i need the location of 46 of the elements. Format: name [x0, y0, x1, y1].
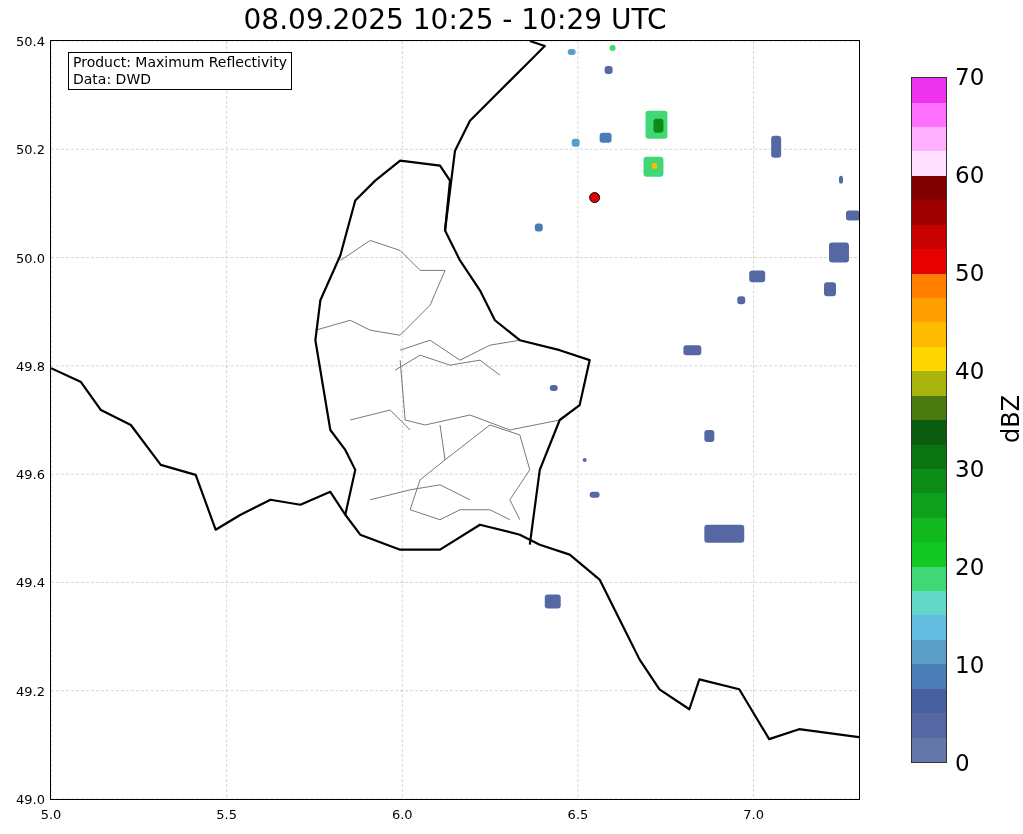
legend-text: Product: Maximum Reflectivity: [73, 54, 287, 71]
radar-echo: [589, 491, 600, 498]
radar-echo: [582, 457, 587, 462]
radar-echo: [829, 242, 849, 263]
y-tick-label: 49.4: [16, 575, 45, 589]
radar-echo: [771, 135, 782, 158]
radar-echo: [683, 345, 702, 356]
y-tick-label: 49.0: [16, 792, 45, 806]
colorbar-tick-label: 50: [955, 261, 985, 285]
colorbar-tick-label: 40: [955, 359, 985, 383]
y-tick-label: 50.4: [16, 34, 45, 48]
y-tick-label: 50.2: [16, 142, 45, 156]
radar-echo: [737, 296, 746, 305]
colorbar-tick-label: 30: [955, 457, 985, 481]
y-tick-label: 49.2: [16, 684, 45, 698]
radar-echo: [704, 429, 715, 442]
colorbar-tick-label: 70: [955, 65, 985, 89]
location-marker: [589, 192, 601, 204]
x-tick-label: 6.0: [391, 808, 413, 821]
radar-echo: [571, 138, 580, 147]
radar-echo: [609, 45, 616, 51]
x-tick-label: 5.5: [216, 808, 237, 821]
radar-echo: [845, 210, 859, 221]
x-tick-label: 5.0: [40, 808, 62, 821]
radar-echo: [534, 223, 543, 232]
radar-echo: [839, 175, 843, 184]
y-tick-label: 49.8: [16, 359, 45, 373]
x-tick-label: 7.0: [743, 808, 764, 821]
colorbar-tick-label: 10: [955, 653, 985, 677]
radar-echo: [544, 594, 561, 609]
figure-title: 08.09.2025 10:25 - 10:29 UTC: [243, 6, 667, 34]
radar-echo: [604, 65, 613, 74]
colorbar-label: dBZ: [999, 394, 1023, 444]
legend-text: Data: DWD: [73, 71, 152, 88]
radar-echo: [599, 132, 612, 143]
radar-echo: [824, 282, 836, 297]
radar-echo: [749, 270, 766, 283]
radar-echo: [704, 524, 745, 543]
y-tick-label: 50.0: [16, 251, 45, 265]
radar-echo: [549, 385, 558, 392]
x-tick-label: 6.5: [567, 808, 589, 821]
colorbar-tick-label: 0: [955, 751, 970, 775]
colorbar-tick-label: 20: [955, 555, 985, 579]
colorbar-tick-label: 60: [955, 163, 985, 187]
y-tick-label: 49.6: [16, 467, 45, 481]
radar-echo: [567, 49, 576, 55]
